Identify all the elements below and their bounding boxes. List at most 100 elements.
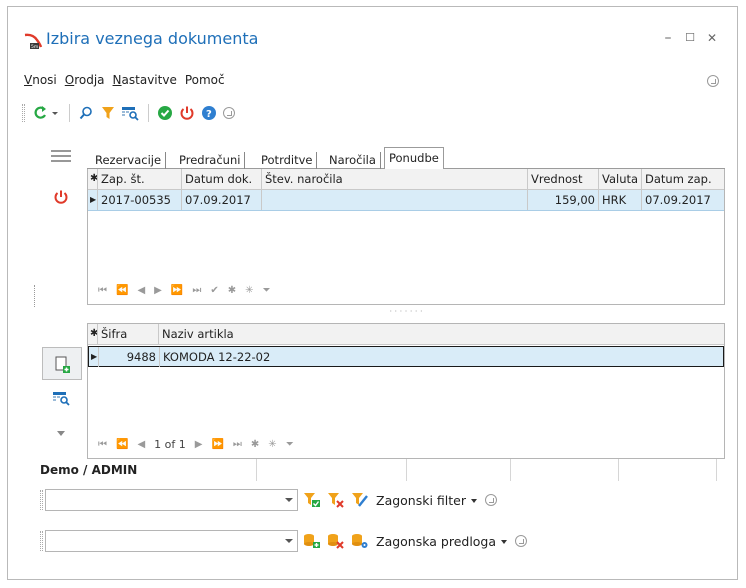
last-record-icon[interactable]: ⏭ — [192, 285, 201, 296]
cell-datum-dok[interactable]: 07.09.2017 — [182, 190, 262, 210]
filter-grip[interactable] — [40, 490, 43, 510]
template-row: Zagonska predloga — [40, 529, 528, 553]
power-icon[interactable] — [53, 189, 69, 205]
column-naziv-artikla[interactable]: Naziv artikla — [159, 324, 726, 345]
toolbar-separator — [148, 104, 149, 122]
delete-template-button[interactable] — [326, 531, 346, 551]
column-datum-zap[interactable]: Datum zap. — [642, 169, 726, 190]
next-record-icon[interactable]: ▶ — [195, 439, 203, 450]
refresh-button[interactable] — [31, 103, 61, 123]
svg-text:?: ? — [206, 109, 212, 120]
first-record-icon[interactable]: ⏮ — [98, 285, 107, 296]
append-icon[interactable]: ✳ — [245, 285, 253, 296]
table-search-button[interactable] — [120, 103, 140, 123]
filter-select[interactable] — [45, 489, 298, 511]
search-button[interactable] — [76, 103, 96, 123]
next-page-icon[interactable]: ⏩ — [211, 439, 223, 450]
next-page-icon[interactable]: ⏩ — [171, 285, 183, 296]
database-add-icon — [304, 534, 320, 548]
filter-icon[interactable]: ⏷ — [286, 439, 294, 450]
cell-valuta[interactable]: HRK — [599, 190, 642, 210]
template-grip[interactable] — [40, 531, 43, 551]
zagonska-predloga-dropdown[interactable]: Zagonska predloga — [376, 534, 508, 549]
cell-datum-zap[interactable]: 07.09.2017 — [642, 190, 726, 210]
template-select[interactable] — [45, 530, 298, 552]
previous-record-icon[interactable]: ◀ — [137, 439, 145, 450]
column-sifra[interactable]: Šifra — [98, 324, 159, 345]
tab-narocila[interactable]: Naročila — [325, 152, 381, 169]
filter-icon[interactable]: ⏷ — [262, 285, 270, 296]
checkmark-circle-icon — [158, 106, 172, 120]
tab-potrditve[interactable]: Potrditve — [257, 152, 318, 169]
checkmark-icon[interactable]: ✔ — [210, 285, 218, 296]
tab-rezervacije[interactable]: Rezervacije — [91, 152, 167, 169]
menubar-expand-icon[interactable] — [707, 75, 719, 87]
menu-bar: Vnosi Orodja Nastavitve Pomoč — [24, 73, 225, 91]
left-panel — [8, 137, 82, 457]
help-button[interactable]: ? — [199, 103, 219, 123]
menu-orodja[interactable]: Orodja — [65, 73, 105, 91]
cell-stev-narocila[interactable] — [262, 190, 528, 210]
next-record-icon[interactable]: ▶ — [154, 285, 162, 296]
clear-filter-button[interactable] — [326, 490, 346, 510]
menu-pomoc[interactable]: Pomoč — [185, 73, 225, 91]
table-row[interactable]: ▶ 9488 KOMODA 12-22-02 — [88, 346, 724, 367]
edit-filter-button[interactable] — [350, 490, 370, 510]
help-icon: ? — [202, 106, 216, 120]
zagonski-filter-dropdown[interactable]: Zagonski filter — [376, 493, 478, 508]
last-record-icon[interactable]: ⏭ — [233, 439, 242, 450]
column-datum-dok[interactable]: Datum dok. — [182, 169, 262, 190]
template-expand-icon[interactable] — [515, 535, 528, 547]
confirm-button[interactable] — [155, 103, 175, 123]
apply-filter-button[interactable] — [302, 490, 322, 510]
refresh-icon — [34, 106, 58, 119]
toolbar-expand-icon[interactable] — [223, 107, 235, 119]
status-separator — [256, 459, 257, 481]
tab-ponudbe[interactable]: Ponudbe — [384, 147, 444, 170]
database-settings-icon — [352, 534, 368, 548]
filter-expand-icon[interactable] — [485, 494, 498, 506]
articles-grid: ✱ Šifra Naziv artikla ▶ 9488 KOMODA 12-2… — [87, 323, 725, 459]
table-row[interactable]: ▶ 2017-00535 07.09.2017 159,00 HRK 07.09… — [88, 190, 724, 211]
menu-vnosi[interactable]: Vnosi — [24, 73, 57, 91]
asterisk-icon[interactable]: ✱ — [228, 285, 236, 296]
panel-splitter-grip[interactable] — [34, 285, 35, 307]
first-record-icon[interactable]: ⏮ — [98, 439, 107, 450]
documents-grid-header: ✱ Zap. št. Datum dok. Štev. naročila Vre… — [88, 169, 724, 190]
cell-naziv-artikla[interactable]: KOMODA 12-22-02 — [160, 347, 720, 367]
power-button[interactable] — [177, 103, 197, 123]
new-document-button[interactable] — [42, 347, 82, 380]
document-grids: Rezervacije Predračuni Potrditve Naročil… — [87, 143, 725, 461]
maximize-button[interactable]: ☐ — [683, 31, 697, 45]
new-row-icon: ✱ — [88, 169, 98, 190]
close-button[interactable]: ✕ — [705, 31, 719, 45]
column-zap-st[interactable]: Zap. št. — [98, 169, 182, 190]
cell-vrednost[interactable]: 159,00 — [528, 190, 599, 210]
hamburger-menu-icon[interactable] — [50, 149, 72, 163]
filter-button[interactable] — [98, 103, 118, 123]
previous-record-icon[interactable]: ◀ — [137, 285, 145, 296]
template-settings-button[interactable] — [350, 531, 370, 551]
tab-predracuni[interactable]: Predračuni — [175, 152, 246, 169]
table-search-icon[interactable] — [52, 390, 70, 406]
menu-nastavitve[interactable]: Nastavitve — [113, 73, 177, 91]
row-indicator-icon: ▶ — [89, 347, 99, 367]
previous-page-icon[interactable]: ⏪ — [116, 439, 128, 450]
toolbar-grip[interactable] — [22, 104, 25, 122]
grid-splitter[interactable]: · · · · · · · — [87, 308, 725, 317]
filter-icon — [102, 107, 114, 119]
column-stev-narocila[interactable]: Štev. naročila — [262, 169, 528, 190]
add-template-button[interactable] — [302, 531, 322, 551]
documents-navigator: ⏮ ⏪ ◀ ▶ ⏩ ⏭ ✔ ✱ ✳ ⏷ — [98, 285, 270, 296]
chevron-down-icon[interactable] — [57, 431, 65, 437]
asterisk-icon[interactable]: ✱ — [251, 439, 259, 450]
cell-zap-st[interactable]: 2017-00535 — [98, 190, 182, 210]
previous-page-icon[interactable]: ⏪ — [116, 285, 128, 296]
column-valuta[interactable]: Valuta — [599, 169, 642, 190]
column-vrednost[interactable]: Vrednost — [528, 169, 599, 190]
search-icon — [79, 106, 92, 120]
minimize-button[interactable]: – — [661, 31, 675, 45]
cell-sifra[interactable]: 9488 — [99, 347, 160, 367]
append-icon[interactable]: ✳ — [268, 439, 276, 450]
status-separator — [618, 459, 619, 481]
